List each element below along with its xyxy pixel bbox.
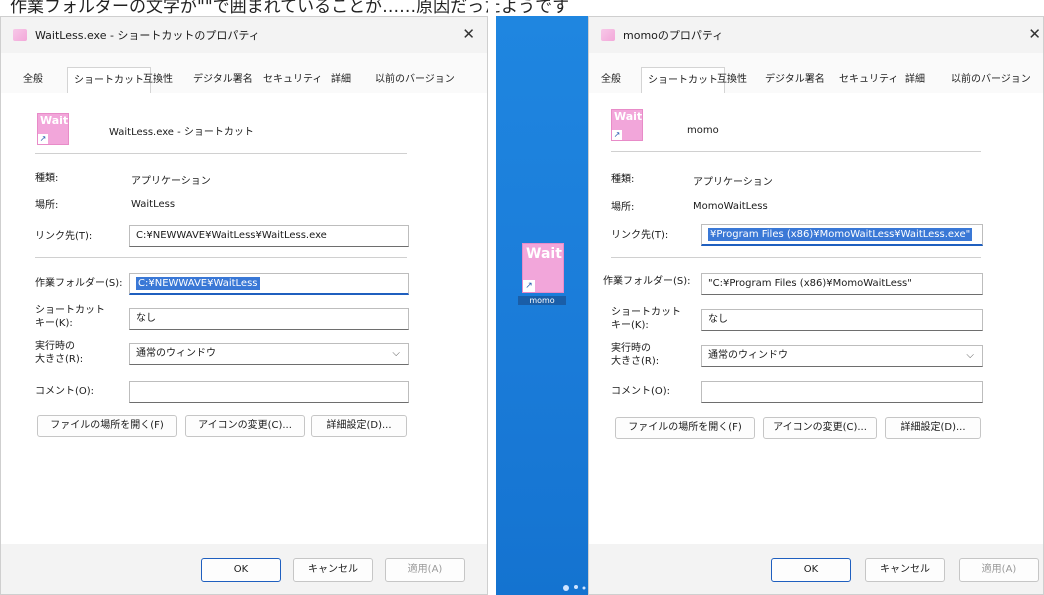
window-title: momoのプロパティ (623, 29, 724, 42)
tab-shortcut[interactable]: ショートカット (67, 67, 151, 95)
window-title: WaitLess.exe - ショートカットのプロパティ (35, 29, 260, 42)
shortcut-arrow-icon: ↗ (612, 130, 622, 140)
target-label: リンク先(T): (35, 231, 93, 242)
dialog-footer: OK キャンセル 適用(A) (589, 544, 1043, 594)
separator (35, 257, 407, 258)
cancel-button[interactable]: キャンセル (293, 558, 373, 582)
shortcut-app-icon (601, 29, 615, 41)
run-size-dropdown[interactable]: 通常のウィンドウ ⌵ (701, 345, 983, 367)
cancel-button[interactable]: キャンセル (865, 558, 945, 582)
titlebar: WaitLess.exe - ショートカットのプロパティ ✕ (1, 17, 487, 53)
tab-digital-signature[interactable]: デジタル署名 (193, 67, 253, 93)
hotkey-label: ショートカット キー(K): (611, 307, 681, 331)
hotkey-label: ショートカット キー(K): (35, 305, 105, 329)
target-field[interactable]: ¥Program Files (x86)¥MomoWaitLess¥WaitLe… (701, 224, 983, 246)
tab-security[interactable]: セキュリティ (263, 67, 322, 93)
workdir-field[interactable]: C:¥NEWWAVE¥WaitLess (129, 273, 409, 295)
location-label: 場所: (35, 200, 59, 211)
advanced-button[interactable]: 詳細設定(D)... (311, 415, 407, 437)
tab-previous-versions[interactable]: 以前のバージョン (951, 67, 1031, 93)
left-properties-window: WaitLess.exe - ショートカットのプロパティ ✕ 全般 ショートカッ… (0, 16, 488, 595)
workdir-field[interactable]: "C:¥Program Files (x86)¥MomoWaitLess" (701, 273, 983, 295)
shortcut-arrow-icon: ↗ (38, 134, 48, 144)
tab-strip: 全般 ショートカット 互換性 デジタル署名 セキュリティ 詳細 以前のバージョン (589, 67, 1043, 95)
run-size-value: 通常のウィンドウ (136, 348, 216, 359)
desktop-background: Wait ↗ momo (496, 16, 588, 595)
comment-label: コメント(O): (35, 386, 95, 397)
run-size-label: 実行時の 大きさ(R): (35, 341, 84, 365)
target-selected-text: ¥Program Files (x86)¥MomoWaitLess¥WaitLe… (708, 228, 973, 241)
target-label: リンク先(T): (611, 230, 669, 241)
change-icon-button[interactable]: アイコンの変更(C)... (763, 417, 877, 439)
app-icon: Wait ↗ (37, 113, 69, 145)
tab-digital-signature[interactable]: デジタル署名 (765, 67, 825, 93)
hotkey-field[interactable]: なし (701, 309, 983, 331)
caption-strip: 作業フォルダーの文字が""で囲まれていることが……原因だったようです (0, 0, 1044, 16)
caption-text: 作業フォルダーの文字が""で囲まれていることが……原因だったようです (10, 0, 570, 16)
close-icon[interactable]: ✕ (1028, 25, 1041, 43)
tab-security[interactable]: セキュリティ (839, 67, 898, 93)
location-value: MomoWaitLess (693, 201, 768, 212)
shortcut-panel: Wait ↗ momo 種類: アプリケーション 場所: MomoWaitLes… (589, 93, 1043, 544)
shortcut-arrow-icon: ↗ (523, 280, 535, 292)
app-icon: Wait ↗ (611, 109, 643, 141)
titlebar: momoのプロパティ ✕ (589, 17, 1043, 53)
tab-compat[interactable]: 互換性 (717, 67, 747, 93)
target-field[interactable]: C:¥NEWWAVE¥WaitLess¥WaitLess.exe (129, 225, 409, 247)
apply-button[interactable]: 適用(A) (959, 558, 1039, 582)
ok-button[interactable]: OK (201, 558, 281, 582)
chevron-down-icon: ⌵ (966, 350, 974, 361)
image-divider (488, 0, 496, 595)
tab-general[interactable]: 全般 (601, 67, 621, 93)
type-label: 種類: (611, 174, 635, 185)
separator (35, 153, 407, 154)
separator (611, 151, 981, 152)
ok-button[interactable]: OK (771, 558, 851, 582)
tab-general[interactable]: 全般 (23, 67, 43, 93)
advanced-button[interactable]: 詳細設定(D)... (885, 417, 981, 439)
comment-label: コメント(O): (611, 386, 671, 397)
tab-compat[interactable]: 互換性 (143, 67, 173, 93)
tab-previous-versions[interactable]: 以前のバージョン (375, 67, 455, 93)
tab-strip: 全般 ショートカット 互換性 デジタル署名 セキュリティ 詳細 以前のバージョン (1, 67, 487, 95)
type-label: 種類: (35, 173, 59, 184)
workdir-selected-text: C:¥NEWWAVE¥WaitLess (136, 277, 260, 290)
icon-text: Wait (40, 114, 69, 127)
shortcut-name: WaitLess.exe - ショートカット (109, 127, 254, 138)
run-size-value: 通常のウィンドウ (708, 350, 788, 361)
shortcut-name: momo (687, 125, 719, 136)
workdir-label: 作業フォルダー(S): (35, 278, 123, 289)
tab-details[interactable]: 詳細 (331, 67, 351, 93)
desktop-icon-text: Wait (526, 246, 562, 262)
shortcut-app-icon (13, 29, 27, 41)
icon-text: Wait (614, 110, 643, 123)
close-icon[interactable]: ✕ (462, 25, 475, 43)
separator (611, 257, 981, 258)
dialog-footer: OK キャンセル 適用(A) (1, 544, 487, 594)
run-size-dropdown[interactable]: 通常のウィンドウ ⌵ (129, 343, 409, 365)
run-size-label: 実行時の 大きさ(R): (611, 343, 660, 367)
apply-button[interactable]: 適用(A) (385, 558, 465, 582)
chevron-down-icon: ⌵ (392, 348, 400, 359)
comment-field[interactable] (701, 381, 983, 403)
type-value: アプリケーション (131, 176, 211, 187)
right-properties-window: momoのプロパティ ✕ 全般 ショートカット 互換性 デジタル署名 セキュリテ… (588, 16, 1044, 595)
workdir-label: 作業フォルダー(S): (603, 276, 691, 287)
location-value: WaitLess (131, 199, 176, 210)
desktop-shortcut-label[interactable]: momo (518, 296, 566, 305)
open-file-location-button[interactable]: ファイルの場所を開く(F) (615, 417, 755, 439)
change-icon-button[interactable]: アイコンの変更(C)... (185, 415, 305, 437)
tab-details[interactable]: 詳細 (905, 67, 925, 93)
desktop-shortcut-icon[interactable]: Wait ↗ (522, 243, 564, 293)
comment-field[interactable] (129, 381, 409, 403)
tab-shortcut[interactable]: ショートカット (641, 67, 725, 95)
location-label: 場所: (611, 202, 635, 213)
open-file-location-button[interactable]: ファイルの場所を開く(F) (37, 415, 177, 437)
hotkey-field[interactable]: なし (129, 308, 409, 330)
type-value: アプリケーション (693, 177, 773, 188)
shortcut-panel: Wait ↗ WaitLess.exe - ショートカット 種類: アプリケーシ… (1, 93, 487, 544)
